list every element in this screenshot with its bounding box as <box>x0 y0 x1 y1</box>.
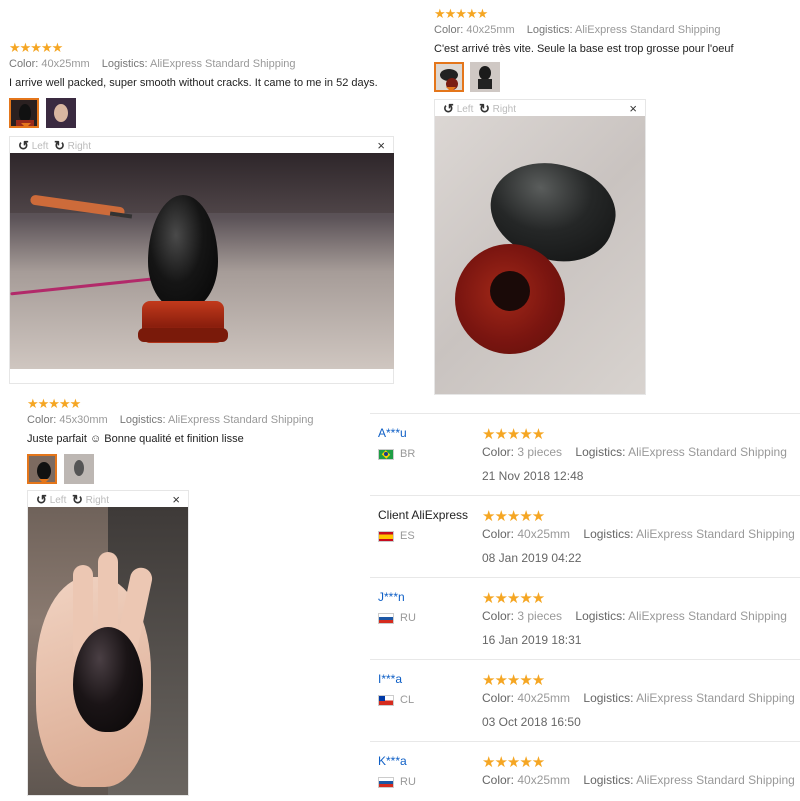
rotate-left-label[interactable]: Left <box>457 104 474 115</box>
review-attributes: Color: 45x30mm Logistics: AliExpress Stan… <box>27 414 314 426</box>
reviewer-country: RU <box>400 776 416 788</box>
flag-cl-icon <box>378 695 394 706</box>
star-rating: ★★★★★ <box>434 6 488 21</box>
review-attributes: Color: 3 pieces Logistics: AliExpress St… <box>482 445 787 459</box>
review-list-item: Client AliExpress ES ★★★★★ Color: 40x25m… <box>370 495 800 578</box>
review-thumbnail[interactable] <box>9 98 39 128</box>
flag-es-icon <box>378 531 394 542</box>
rotate-left-label[interactable]: Left <box>32 141 49 152</box>
rotate-right-icon[interactable]: ↻ <box>72 492 83 507</box>
review-thumbnail[interactable] <box>434 62 464 92</box>
image-viewer: ↺ Left ↻ Right × <box>434 99 646 395</box>
review-thumbnail[interactable] <box>46 98 76 128</box>
review-thumbnail[interactable] <box>64 454 94 484</box>
reviewer-name[interactable]: Client AliExpress <box>378 508 468 522</box>
image-viewer: ↺ Left ↻ Right × <box>9 136 394 384</box>
review-list-item: A***u BR ★★★★★ Color: 3 pieces Logistics… <box>370 413 800 496</box>
review-photo <box>28 507 188 795</box>
reviewer-country: ES <box>400 530 415 542</box>
rotate-right-label[interactable]: Right <box>86 495 109 506</box>
star-rating: ★★★★★ <box>482 754 545 771</box>
reviewer-country: BR <box>400 448 416 460</box>
star-rating: ★★★★★ <box>482 426 545 443</box>
viewer-toolbar: ↺ Left ↻ Right <box>443 102 516 116</box>
reviewer-name[interactable]: K***a <box>378 754 407 768</box>
flag-br-icon <box>378 449 394 460</box>
star-rating: ★★★★★ <box>27 396 81 411</box>
review-attributes: Color: 40x25mm Logistics: AliExpress Sta… <box>482 691 795 705</box>
reviewer-country: CL <box>400 694 415 706</box>
star-rating: ★★★★★ <box>482 672 545 689</box>
review-text: Juste parfait ☺ Bonne qualité et finitio… <box>27 433 244 445</box>
review-photo <box>435 116 645 394</box>
close-icon[interactable]: × <box>172 492 180 507</box>
reviewer-name[interactable]: I***a <box>378 672 402 686</box>
star-rating: ★★★★★ <box>9 40 63 55</box>
rotate-right-icon[interactable]: ↻ <box>479 101 490 116</box>
review-date: 03 Oct 2018 16:50 <box>482 715 581 729</box>
review-thumbnail[interactable] <box>470 62 500 92</box>
flag-ru-icon <box>378 613 394 624</box>
rotate-right-label[interactable]: Right <box>68 141 91 152</box>
rotate-left-icon[interactable]: ↺ <box>36 492 47 507</box>
review-attributes: Color: 40x25mm Logistics: AliExpress Sta… <box>482 773 795 787</box>
rotate-left-label[interactable]: Left <box>50 495 67 506</box>
viewer-toolbar: ↺ Left ↻ Right <box>36 493 109 507</box>
review-date: 21 Nov 2018 12:48 <box>482 469 584 483</box>
rotate-right-label[interactable]: Right <box>493 104 516 115</box>
review-text: I arrive well packed, super smooth witho… <box>9 77 378 89</box>
review-date: 16 Jan 2019 18:31 <box>482 633 582 647</box>
rotate-right-icon[interactable]: ↻ <box>54 138 65 153</box>
close-icon[interactable]: × <box>377 138 385 153</box>
star-rating: ★★★★★ <box>482 590 545 607</box>
flag-ru-icon <box>378 777 394 788</box>
review-date: 08 Jan 2019 04:22 <box>482 551 582 565</box>
review-list-item: J***n RU ★★★★★ Color: 3 pieces Logistics… <box>370 577 800 660</box>
reviewer-name[interactable]: J***n <box>378 590 405 604</box>
viewer-toolbar: ↺ Left ↻ Right <box>18 139 91 153</box>
close-icon[interactable]: × <box>629 101 637 116</box>
review-thumbnail[interactable] <box>27 454 57 484</box>
rotate-left-icon[interactable]: ↺ <box>443 101 454 116</box>
rotate-left-icon[interactable]: ↺ <box>18 138 29 153</box>
review-list-item: I***a CL ★★★★★ Color: 40x25mm Logistics:… <box>370 659 800 742</box>
reviewer-country: RU <box>400 612 416 624</box>
review-attributes: Color: 40x25mm Logistics: AliExpress Stan… <box>434 24 721 36</box>
star-rating: ★★★★★ <box>482 508 545 525</box>
review-list-item: K***a RU ★★★★★ Color: 40x25mm Logistics:… <box>370 741 800 801</box>
review-attributes: Color: 40x25mm Logistics: AliExpress Stan… <box>9 58 296 70</box>
review-attributes: Color: 3 pieces Logistics: AliExpress St… <box>482 609 787 623</box>
review-text: C'est arrivé très vite. Seule la base es… <box>434 43 734 55</box>
review-photo <box>10 153 394 369</box>
reviewer-name[interactable]: A***u <box>378 426 407 440</box>
image-viewer: ↺ Left ↻ Right × <box>27 490 189 796</box>
review-attributes: Color: 40x25mm Logistics: AliExpress Sta… <box>482 527 795 541</box>
